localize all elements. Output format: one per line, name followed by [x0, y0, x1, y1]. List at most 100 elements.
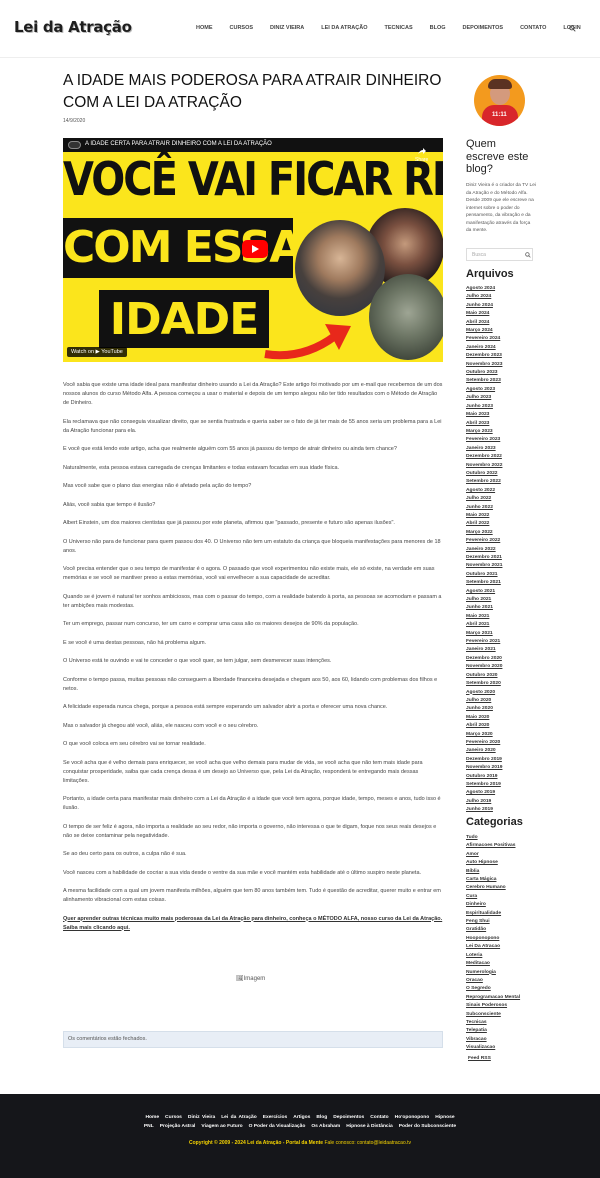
sidebar-search-input[interactable]: Busca: [466, 248, 533, 261]
category-link[interactable]: Telepatia: [466, 1027, 520, 1035]
footer-link[interactable]: Hipnose à Distância: [346, 1124, 392, 1129]
archive-link[interactable]: Junho 2022: [466, 504, 502, 512]
archive-link[interactable]: Setembro 2023: [466, 377, 502, 385]
footer-link[interactable]: Os Abraham: [311, 1124, 340, 1129]
category-link[interactable]: Auto Hipnose: [466, 859, 520, 867]
archive-link[interactable]: Agosto 2023: [466, 386, 502, 394]
metodo-alfa-cta-link[interactable]: Quer aprender outras técnicas muito mais…: [63, 915, 443, 933]
category-link[interactable]: Meditacao: [466, 960, 520, 968]
nav-tecnicas[interactable]: TECNICAS: [385, 25, 413, 31]
channel-logo-icon[interactable]: [68, 141, 81, 149]
footer-link[interactable]: Blog: [316, 1115, 327, 1120]
archive-link[interactable]: Julho 2021: [466, 596, 502, 604]
archive-link[interactable]: Setembro 2021: [466, 579, 502, 587]
archive-link[interactable]: Março 2023: [466, 428, 502, 436]
footer-link[interactable]: Hipnose: [435, 1115, 454, 1120]
video-title[interactable]: A IDADE CERTA PARA ATRAIR DINHEIRO COM A…: [85, 141, 272, 147]
share-button[interactable]: Share: [415, 148, 428, 163]
archive-link[interactable]: Fevereiro 2022: [466, 537, 502, 545]
archive-link[interactable]: Agosto 2024: [466, 285, 502, 293]
archive-link[interactable]: Abril 2024: [466, 319, 502, 327]
footer-link[interactable]: Exercícios: [263, 1115, 287, 1120]
archive-link[interactable]: Maio 2023: [466, 411, 502, 419]
archive-link[interactable]: Janeiro 2020: [466, 747, 502, 755]
archive-link[interactable]: Dezembro 2019: [466, 756, 502, 764]
category-link[interactable]: Dinheiro: [466, 901, 520, 909]
nav-home[interactable]: HOME: [196, 25, 213, 31]
archive-link[interactable]: Julho 2019: [466, 798, 502, 806]
archive-link[interactable]: Novembro 2019: [466, 764, 502, 772]
archive-link[interactable]: Janeiro 2021: [466, 646, 502, 654]
archive-link[interactable]: Abril 2020: [466, 722, 502, 730]
archive-link[interactable]: Janeiro 2024: [466, 344, 502, 352]
category-link[interactable]: Subconsciente: [466, 1011, 520, 1019]
archive-link[interactable]: Dezembro 2020: [466, 655, 502, 663]
archive-link[interactable]: Julho 2024: [466, 293, 502, 301]
archive-link[interactable]: Junho 2023: [466, 403, 502, 411]
archive-link[interactable]: Agosto 2020: [466, 689, 502, 697]
footer-link[interactable]: Home: [145, 1115, 159, 1120]
archive-link[interactable]: Junho 2019: [466, 806, 502, 814]
footer-link[interactable]: Contato: [370, 1115, 388, 1120]
category-link[interactable]: Lei Da Atracao: [466, 943, 520, 951]
category-link[interactable]: Cerebro Humano: [466, 884, 520, 892]
category-link[interactable]: Reprogramacao Mental: [466, 994, 520, 1002]
category-link[interactable]: Feng Shui: [466, 918, 520, 926]
category-link[interactable]: Afirmacoes Positivas: [466, 842, 520, 850]
category-link[interactable]: Visualizacao: [466, 1044, 520, 1052]
footer-link[interactable]: Projeção Astral: [160, 1124, 196, 1129]
rss-feed-link[interactable]: Feed RSS: [468, 1056, 491, 1061]
archive-link[interactable]: Julho 2023: [466, 394, 502, 402]
footer-link[interactable]: Lei da Atração: [221, 1115, 257, 1120]
archive-link[interactable]: Abril 2023: [466, 420, 502, 428]
archive-link[interactable]: Outubro 2023: [466, 369, 502, 377]
nav-blog[interactable]: BLOG: [430, 25, 446, 31]
category-link[interactable]: Tudo: [466, 834, 520, 842]
archive-link[interactable]: Março 2024: [466, 327, 502, 335]
nav-depoimentos[interactable]: DEPOIMENTOS: [463, 25, 504, 31]
archive-link[interactable]: Janeiro 2023: [466, 445, 502, 453]
archive-link[interactable]: Outubro 2019: [466, 773, 502, 781]
archive-link[interactable]: Julho 2020: [466, 697, 502, 705]
category-link[interactable]: Cura: [466, 893, 520, 901]
archive-link[interactable]: Maio 2022: [466, 512, 502, 520]
category-link[interactable]: O Segredo: [466, 985, 520, 993]
archive-link[interactable]: Junho 2021: [466, 604, 502, 612]
archive-link[interactable]: Julho 2022: [466, 495, 502, 503]
archive-link[interactable]: Abril 2021: [466, 621, 502, 629]
category-link[interactable]: Gratidão: [466, 926, 520, 934]
site-logo[interactable]: Lei da Atração: [14, 18, 132, 36]
archive-link[interactable]: Outubro 2020: [466, 672, 502, 680]
archive-link[interactable]: Fevereiro 2023: [466, 436, 502, 444]
category-link[interactable]: Oracao: [466, 977, 520, 985]
footer-link[interactable]: Cursos: [165, 1115, 182, 1120]
category-link[interactable]: Numerologia: [466, 969, 520, 977]
footer-link[interactable]: Diniz Vieira: [188, 1115, 215, 1120]
search-icon[interactable]: [569, 25, 576, 32]
archive-link[interactable]: Março 2020: [466, 731, 502, 739]
play-button[interactable]: [242, 240, 268, 258]
category-link[interactable]: Espiritualidade: [466, 910, 520, 918]
nav-contato[interactable]: CONTATO: [520, 25, 546, 31]
archive-link[interactable]: Maio 2024: [466, 310, 502, 318]
footer-link[interactable]: Poder do Subconsciente: [399, 1124, 456, 1129]
archive-link[interactable]: Agosto 2019: [466, 789, 502, 797]
archive-link[interactable]: Maio 2021: [466, 613, 502, 621]
nav-cursos[interactable]: CURSOS: [230, 25, 254, 31]
footer-link[interactable]: Depoimentos: [333, 1115, 364, 1120]
archive-link[interactable]: Fevereiro 2020: [466, 739, 502, 747]
archive-link[interactable]: Novembro 2020: [466, 663, 502, 671]
archive-link[interactable]: Agosto 2021: [466, 588, 502, 596]
archive-link[interactable]: Março 2022: [466, 529, 502, 537]
category-link[interactable]: Loteria: [466, 952, 520, 960]
nav-diniz-vieira[interactable]: DINIZ VIEIRA: [270, 25, 304, 31]
category-link[interactable]: Tecnicas: [466, 1019, 520, 1027]
footer-link[interactable]: O Poder da Visualização: [249, 1124, 306, 1129]
archive-link[interactable]: Fevereiro 2024: [466, 335, 502, 343]
youtube-video-embed[interactable]: VOCÊ VAI FICAR RICO COM ESSA IDADE A IDA…: [63, 138, 443, 362]
archive-link[interactable]: Março 2021: [466, 630, 502, 638]
footer-link[interactable]: Viagem ao Futuro: [201, 1124, 242, 1129]
category-link[interactable]: Bíblia: [466, 868, 520, 876]
archive-link[interactable]: Agosto 2022: [466, 487, 502, 495]
watch-on-youtube-button[interactable]: Watch on ▶ YouTube: [67, 347, 127, 357]
